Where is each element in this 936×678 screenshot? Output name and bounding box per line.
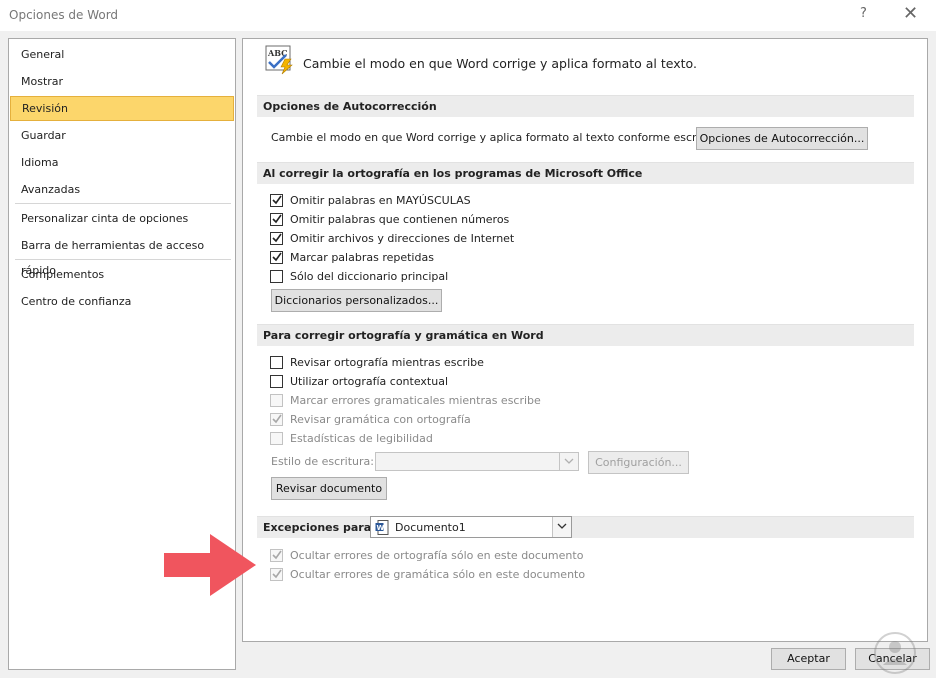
chevron-down-icon bbox=[559, 453, 578, 470]
checkbox-checked[interactable] bbox=[270, 194, 283, 207]
title-bar: Opciones de Word ? ✕ bbox=[0, 0, 936, 31]
sidebar-item-idioma[interactable]: Idioma bbox=[9, 150, 235, 175]
configuration-button: Configuración... bbox=[588, 451, 689, 474]
exceptions-document-select[interactable]: W Documento1 bbox=[370, 516, 572, 538]
help-icon[interactable]: ? bbox=[860, 6, 867, 21]
checkbox-disabled-checked bbox=[270, 568, 283, 581]
option-label: Revisar gramática con ortografía bbox=[290, 413, 471, 426]
option-label: Omitir archivos y direcciones de Interne… bbox=[290, 232, 515, 245]
sidebar-divider bbox=[15, 203, 231, 204]
exceptions-document-value: Documento1 bbox=[395, 521, 466, 534]
sidebar-item-guardar[interactable]: Guardar bbox=[9, 123, 235, 148]
sidebar-item-mostrar[interactable]: Mostrar bbox=[9, 69, 235, 94]
option-label: Marcar errores gramaticales mientras esc… bbox=[290, 394, 541, 407]
sidebar-item-complementos[interactable]: Complementos bbox=[9, 262, 235, 287]
option-label: Sólo del diccionario principal bbox=[290, 270, 449, 283]
sidebar-item-centro-confianza[interactable]: Centro de confianza bbox=[9, 289, 235, 314]
checkbox-unchecked[interactable] bbox=[270, 356, 283, 369]
word-document-icon: W bbox=[375, 520, 389, 535]
chevron-down-icon[interactable] bbox=[552, 517, 571, 537]
checkbox-disabled bbox=[270, 394, 283, 407]
recheck-document-button[interactable]: Revisar documento bbox=[271, 477, 387, 500]
exceptions-label: Excepciones para: bbox=[263, 521, 376, 534]
sidebar-item-barra-acceso-rapido[interactable]: Barra de herramientas de acceso rápido bbox=[9, 233, 235, 277]
sidebar-divider bbox=[15, 259, 231, 260]
annotation-arrow-icon bbox=[164, 534, 256, 596]
page-description: Cambie el modo en que Word corrige y apl… bbox=[303, 56, 697, 71]
option-label: Utilizar ortografía contextual bbox=[290, 375, 449, 388]
option-label: Revisar ortografía mientras escribe bbox=[290, 356, 484, 369]
checkbox-disabled bbox=[270, 432, 283, 445]
section-exceptions: Excepciones para: bbox=[257, 516, 914, 538]
checkbox-checked[interactable] bbox=[270, 213, 283, 226]
ok-button[interactable]: Aceptar bbox=[771, 648, 846, 670]
option-label: Omitir palabras en MAYÚSCULAS bbox=[290, 194, 471, 207]
checkbox-checked[interactable] bbox=[270, 232, 283, 245]
abc-proofing-icon: ABC bbox=[265, 45, 295, 75]
sidebar-item-personalizar-cinta[interactable]: Personalizar cinta de opciones bbox=[9, 206, 235, 231]
section-autocorrect-heading: Opciones de Autocorrección bbox=[257, 95, 914, 117]
checkbox-disabled-checked bbox=[270, 549, 283, 562]
main-panel: ABC Cambie el modo en que Word corrige y… bbox=[242, 38, 928, 642]
sidebar-item-general[interactable]: General bbox=[9, 42, 235, 67]
watermark-logo-icon bbox=[870, 628, 920, 678]
writing-style-select bbox=[375, 452, 579, 471]
sidebar-item-revision[interactable]: Revisión bbox=[10, 96, 234, 121]
writing-style-label: Estilo de escritura: bbox=[271, 455, 374, 468]
close-icon[interactable]: ✕ bbox=[903, 3, 918, 24]
custom-dictionaries-button[interactable]: Diccionarios personalizados... bbox=[271, 289, 442, 312]
checkbox-checked[interactable] bbox=[270, 251, 283, 264]
svg-text:W: W bbox=[377, 524, 385, 532]
checkbox-disabled-checked bbox=[270, 413, 283, 426]
section-word-spelling-heading: Para corregir ortografía y gramática en … bbox=[257, 324, 914, 346]
window-title: Opciones de Word bbox=[9, 8, 119, 22]
sidebar-item-avanzadas[interactable]: Avanzadas bbox=[9, 177, 235, 202]
option-label: Estadísticas de legibilidad bbox=[290, 432, 433, 445]
checkbox-unchecked[interactable] bbox=[270, 375, 283, 388]
option-label: Ocultar errores de ortografía sólo en es… bbox=[290, 549, 584, 562]
checkbox-unchecked[interactable] bbox=[270, 270, 283, 283]
option-label: Marcar palabras repetidas bbox=[290, 251, 434, 264]
option-label: Ocultar errores de gramática sólo en est… bbox=[290, 568, 586, 581]
section-office-spelling-heading: Al corregir la ortografía en los program… bbox=[257, 162, 914, 184]
option-label: Omitir palabras que contienen números bbox=[290, 213, 510, 226]
autocorrect-description: Cambie el modo en que Word corrige y apl… bbox=[271, 131, 718, 144]
autocorrect-options-button[interactable]: Opciones de Autocorrección... bbox=[696, 127, 868, 150]
